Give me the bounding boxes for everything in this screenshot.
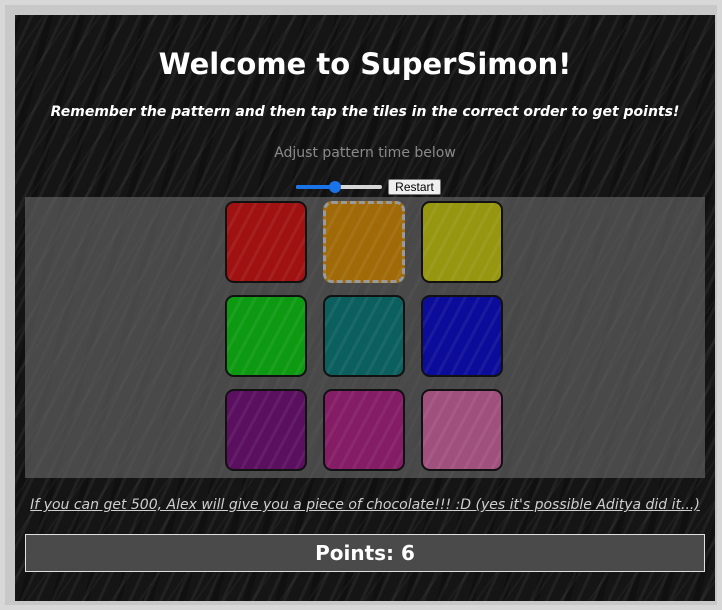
window-frame: Welcome to SuperSimon! Remember the patt… xyxy=(0,0,722,610)
instructions: Remember the pattern and then tap the ti… xyxy=(50,104,680,120)
tile-board xyxy=(25,197,705,478)
tile-pink[interactable] xyxy=(421,389,503,471)
tile-magenta[interactable] xyxy=(323,389,405,471)
pattern-time-slider[interactable] xyxy=(294,181,384,193)
adjust-pattern-label: Adjust pattern time below xyxy=(274,145,456,161)
points-display: Points: 6 xyxy=(25,534,705,572)
slider-thumb[interactable] xyxy=(328,181,341,193)
chocolate-link[interactable]: If you can get 500, Alex will give you a… xyxy=(15,497,715,513)
tile-orange[interactable] xyxy=(323,201,405,283)
tile-teal[interactable] xyxy=(323,295,405,377)
tile-purple[interactable] xyxy=(225,389,307,471)
game-stage: Welcome to SuperSimon! Remember the patt… xyxy=(15,15,715,601)
tile-red[interactable] xyxy=(225,201,307,283)
restart-button[interactable]: Restart xyxy=(388,179,441,195)
page-title: Welcome to SuperSimon! xyxy=(158,47,572,81)
tile-yellow[interactable] xyxy=(421,201,503,283)
tile-green[interactable] xyxy=(225,295,307,377)
tile-blue[interactable] xyxy=(421,295,503,377)
